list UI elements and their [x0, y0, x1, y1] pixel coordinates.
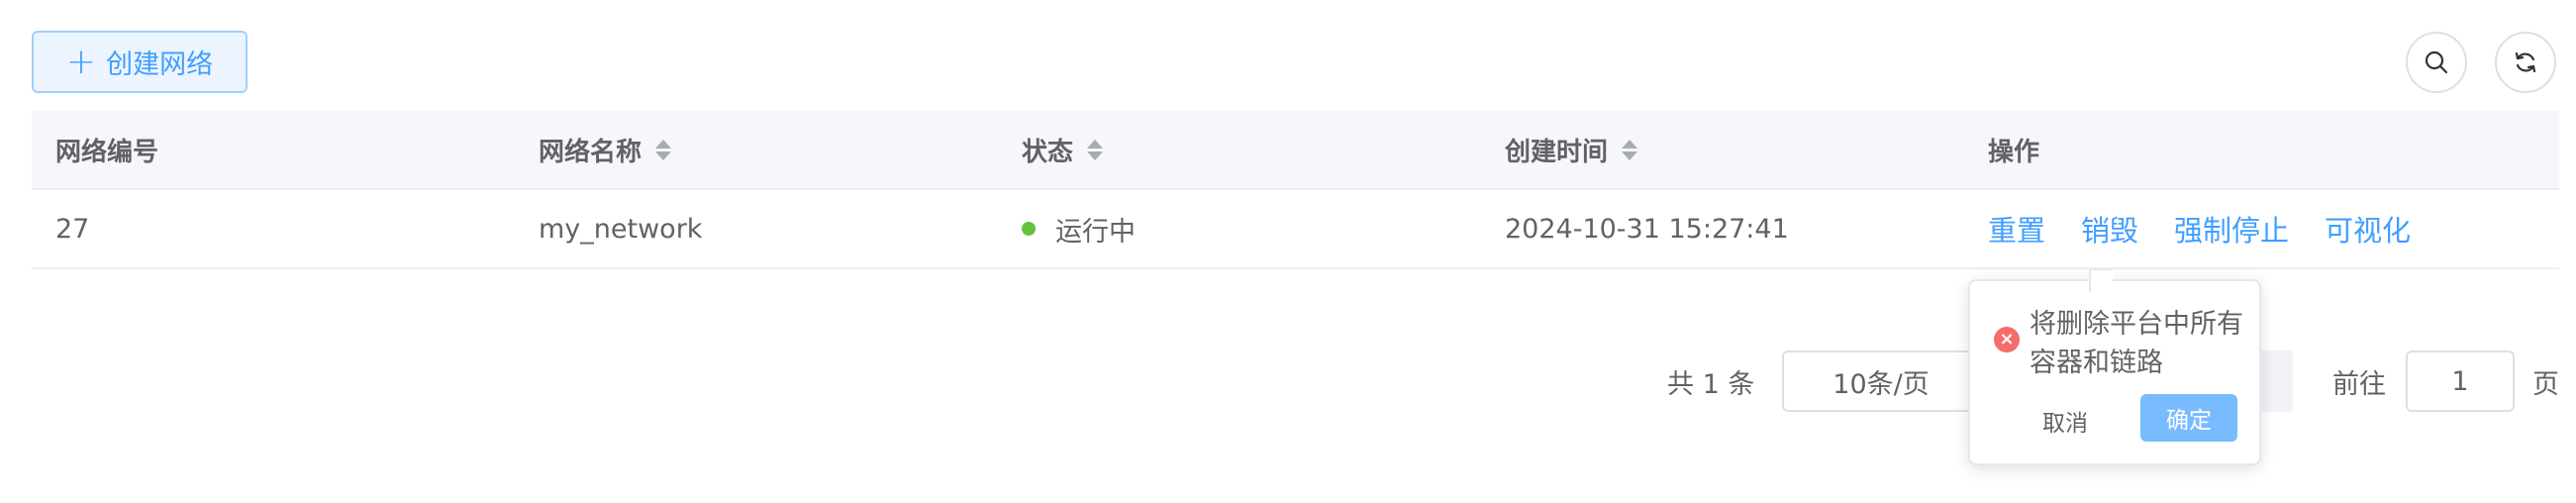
- status-text: 运行中: [1055, 216, 1136, 248]
- confirm-button[interactable]: 确定: [2140, 394, 2237, 442]
- goto-page-input[interactable]: 1: [2406, 351, 2515, 412]
- page-size-value: 10条/页: [1833, 368, 1930, 400]
- cell-actions: 重置 销毁 强制停止 可视化: [1988, 190, 2411, 267]
- sort-icon[interactable]: [1087, 139, 1104, 160]
- table-header: 网络编号 网络名称 状态 创建时间 操作: [32, 111, 2559, 190]
- search-button[interactable]: [2406, 32, 2467, 93]
- cell-status: 运行中: [1022, 190, 1136, 267]
- cell-name: my_network: [539, 213, 703, 245]
- page-suffix-label: 页: [2532, 368, 2559, 400]
- create-network-label: 创建网络: [106, 50, 214, 80]
- column-header-label: 操作: [1988, 137, 2040, 167]
- popover-arrow: [2089, 268, 2113, 292]
- force-stop-button[interactable]: 强制停止: [2174, 208, 2289, 250]
- goto-label: 前往: [2332, 368, 2386, 400]
- visualize-button[interactable]: 可视化: [2325, 208, 2411, 250]
- popover-message: 将删除平台中所有容器和链路: [2030, 309, 2243, 378]
- column-header-id: 网络编号: [55, 111, 158, 188]
- refresh-icon: [2515, 51, 2536, 73]
- column-header-created[interactable]: 创建时间: [1505, 111, 1638, 188]
- plus-icon: +: [65, 41, 97, 82]
- status-dot-icon: [1022, 222, 1036, 236]
- create-network-button[interactable]: + 创建网络: [32, 31, 248, 93]
- sort-icon[interactable]: [1622, 139, 1638, 160]
- page-size-select[interactable]: 10条/页: [1782, 351, 1980, 412]
- reset-button[interactable]: 重置: [1988, 208, 2045, 250]
- column-header-label: 网络名称: [539, 137, 643, 167]
- cell-created: 2024-10-31 15:27:41: [1505, 213, 1789, 245]
- close-circle-icon: ×: [1994, 327, 2020, 352]
- table-row: 27 my_network 运行中 2024-10-31 15:27:41 重置…: [32, 190, 2559, 269]
- cell-id: 27: [55, 213, 90, 245]
- cancel-button[interactable]: 取消: [2026, 398, 2105, 444]
- destroy-button[interactable]: 销毁: [2081, 208, 2138, 250]
- refresh-button[interactable]: [2495, 32, 2556, 93]
- column-header-status[interactable]: 状态: [1022, 111, 1104, 188]
- column-header-actions: 操作: [1988, 111, 2039, 188]
- column-header-label: 网络编号: [55, 137, 159, 167]
- pagination-total: 共 1 条: [1667, 368, 1755, 400]
- column-header-label: 状态: [1022, 137, 1074, 167]
- column-header-label: 创建时间: [1505, 137, 1609, 167]
- sort-icon[interactable]: [655, 139, 672, 160]
- column-header-name[interactable]: 网络名称: [539, 111, 672, 188]
- destroy-confirm-popover: × 将删除平台中所有容器和链路 取消 确定: [1968, 268, 2261, 465]
- search-icon: [2425, 50, 2448, 74]
